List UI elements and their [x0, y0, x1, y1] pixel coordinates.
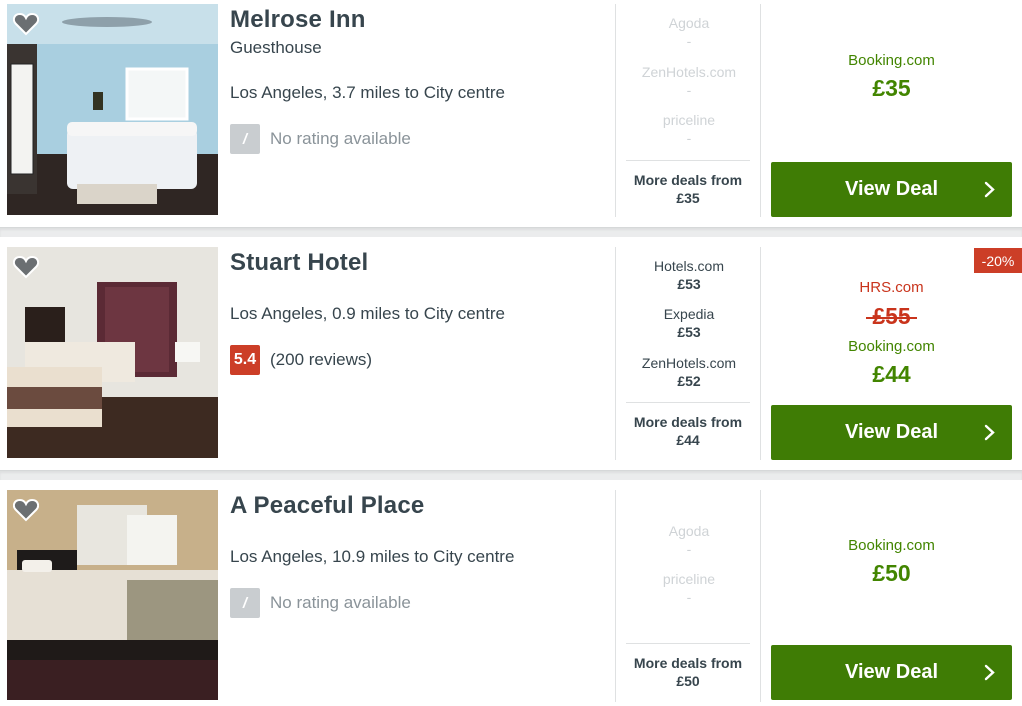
view-deal-label: View Deal — [844, 178, 939, 200]
alt-deal-site: Agoda — [668, 523, 710, 539]
alt-deal-site: ZenHotels.com — [641, 64, 737, 80]
card-separator — [0, 470, 1022, 480]
alt-deal-price: - — [686, 82, 692, 98]
alt-deals-panel: Agoda - priceline - More deals from £50 — [615, 490, 761, 702]
alt-deal[interactable]: Agoda - — [616, 522, 762, 558]
old-offer-price-value: £55 — [866, 303, 918, 329]
offer-price: £50 — [872, 560, 911, 586]
hotel-type: Guesthouse — [230, 38, 322, 57]
offer-site: Booking.com — [848, 338, 935, 355]
more-deals-price: £35 — [676, 190, 700, 206]
alt-deal-site: Hotels.com — [653, 258, 725, 274]
hotel-card: A Peaceful Place Los Angeles, 10.9 miles… — [0, 480, 1022, 706]
alt-deal-site: Agoda — [668, 15, 710, 31]
more-deals-price: £50 — [676, 673, 700, 689]
alt-deal-price: - — [686, 130, 692, 146]
alt-deal-site: priceline — [662, 112, 716, 128]
rating-badge: / — [230, 124, 260, 154]
rating-text: No rating available — [270, 593, 411, 612]
alt-deal[interactable]: priceline - — [616, 111, 762, 147]
chevron-right-icon — [984, 424, 995, 441]
alt-deal-price: £52 — [677, 373, 701, 389]
discount-badge: -20% — [974, 248, 1022, 273]
alt-deal-site: priceline — [662, 571, 716, 587]
offer-price: £35 — [872, 75, 911, 101]
rating-badge: / — [230, 588, 260, 618]
more-deals-link[interactable]: More deals from £44 — [626, 402, 750, 449]
hotel-name[interactable]: Melrose Inn — [230, 6, 366, 34]
hotel-location: Los Angeles, 3.7 miles to City centre — [230, 83, 505, 102]
alt-deal[interactable]: ZenHotels.com - — [616, 63, 762, 99]
alt-deal[interactable]: Hotels.com £53 — [616, 257, 762, 293]
alt-deals-panel: Hotels.com £53 Expedia £53 ZenHotels.com… — [615, 247, 761, 460]
alt-deal-price: - — [686, 33, 692, 49]
chevron-right-icon — [984, 664, 995, 681]
hotel-card: Stuart Hotel Los Angeles, 0.9 miles to C… — [0, 237, 1022, 470]
view-deal-button[interactable]: View Deal — [771, 162, 1012, 217]
view-deal-label: View Deal — [844, 661, 939, 683]
rating-badge: 5.4 — [230, 345, 260, 375]
alt-deal[interactable]: Expedia £53 — [616, 305, 762, 341]
more-deals-price: £44 — [676, 432, 700, 448]
hotel-location: Los Angeles, 10.9 miles to City centre — [230, 547, 515, 566]
old-offer-price: £55 — [771, 303, 1012, 330]
more-deals-link[interactable]: More deals from £35 — [626, 160, 750, 207]
alt-deal-price: £53 — [677, 324, 701, 340]
hotel-name[interactable]: Stuart Hotel — [230, 249, 368, 277]
hotel-photo[interactable] — [7, 490, 218, 700]
hotel-photo[interactable] — [7, 247, 218, 458]
chevron-right-icon — [984, 181, 995, 198]
hotel-name[interactable]: A Peaceful Place — [230, 492, 424, 520]
alt-deals-panel: Agoda - ZenHotels.com - priceline - More… — [615, 4, 761, 217]
heart-icon[interactable] — [13, 498, 39, 522]
more-deals-link[interactable]: More deals from £50 — [626, 643, 750, 690]
view-deal-button[interactable]: View Deal — [771, 645, 1012, 700]
hotel-card: Melrose Inn Guesthouse Los Angeles, 3.7 … — [0, 0, 1022, 228]
offer-site: Booking.com — [848, 52, 935, 69]
more-deals-label: More deals from — [633, 172, 743, 188]
hotel-location: Los Angeles, 0.9 miles to City centre — [230, 304, 505, 323]
offer-price: £44 — [872, 361, 911, 387]
rating-row: / No rating available — [230, 124, 411, 154]
rating-row: / No rating available — [230, 588, 411, 618]
alt-deal-price: - — [686, 541, 692, 557]
alt-deal-price: - — [686, 589, 692, 605]
old-offer-site: HRS.com — [859, 279, 924, 296]
rating-text: (200 reviews) — [270, 350, 373, 369]
more-deals-label: More deals from — [633, 414, 743, 430]
rating-row: 5.4 (200 reviews) — [230, 345, 372, 375]
alt-deal-site: Expedia — [663, 306, 715, 322]
alt-deal[interactable]: priceline - — [616, 570, 762, 606]
view-deal-button[interactable]: View Deal — [771, 405, 1012, 460]
hotel-photo[interactable] — [7, 4, 218, 215]
heart-icon[interactable] — [13, 12, 39, 36]
more-deals-label: More deals from — [633, 655, 743, 671]
rating-text: No rating available — [270, 129, 411, 148]
alt-deal-price: £53 — [677, 276, 701, 292]
alt-deal[interactable]: ZenHotels.com £52 — [616, 354, 762, 390]
alt-deal[interactable]: Agoda - — [616, 14, 762, 50]
card-separator — [0, 227, 1022, 237]
view-deal-label: View Deal — [844, 421, 939, 443]
offer-site: Booking.com — [848, 537, 935, 554]
alt-deal-site: ZenHotels.com — [641, 355, 737, 371]
heart-icon[interactable] — [13, 255, 39, 279]
